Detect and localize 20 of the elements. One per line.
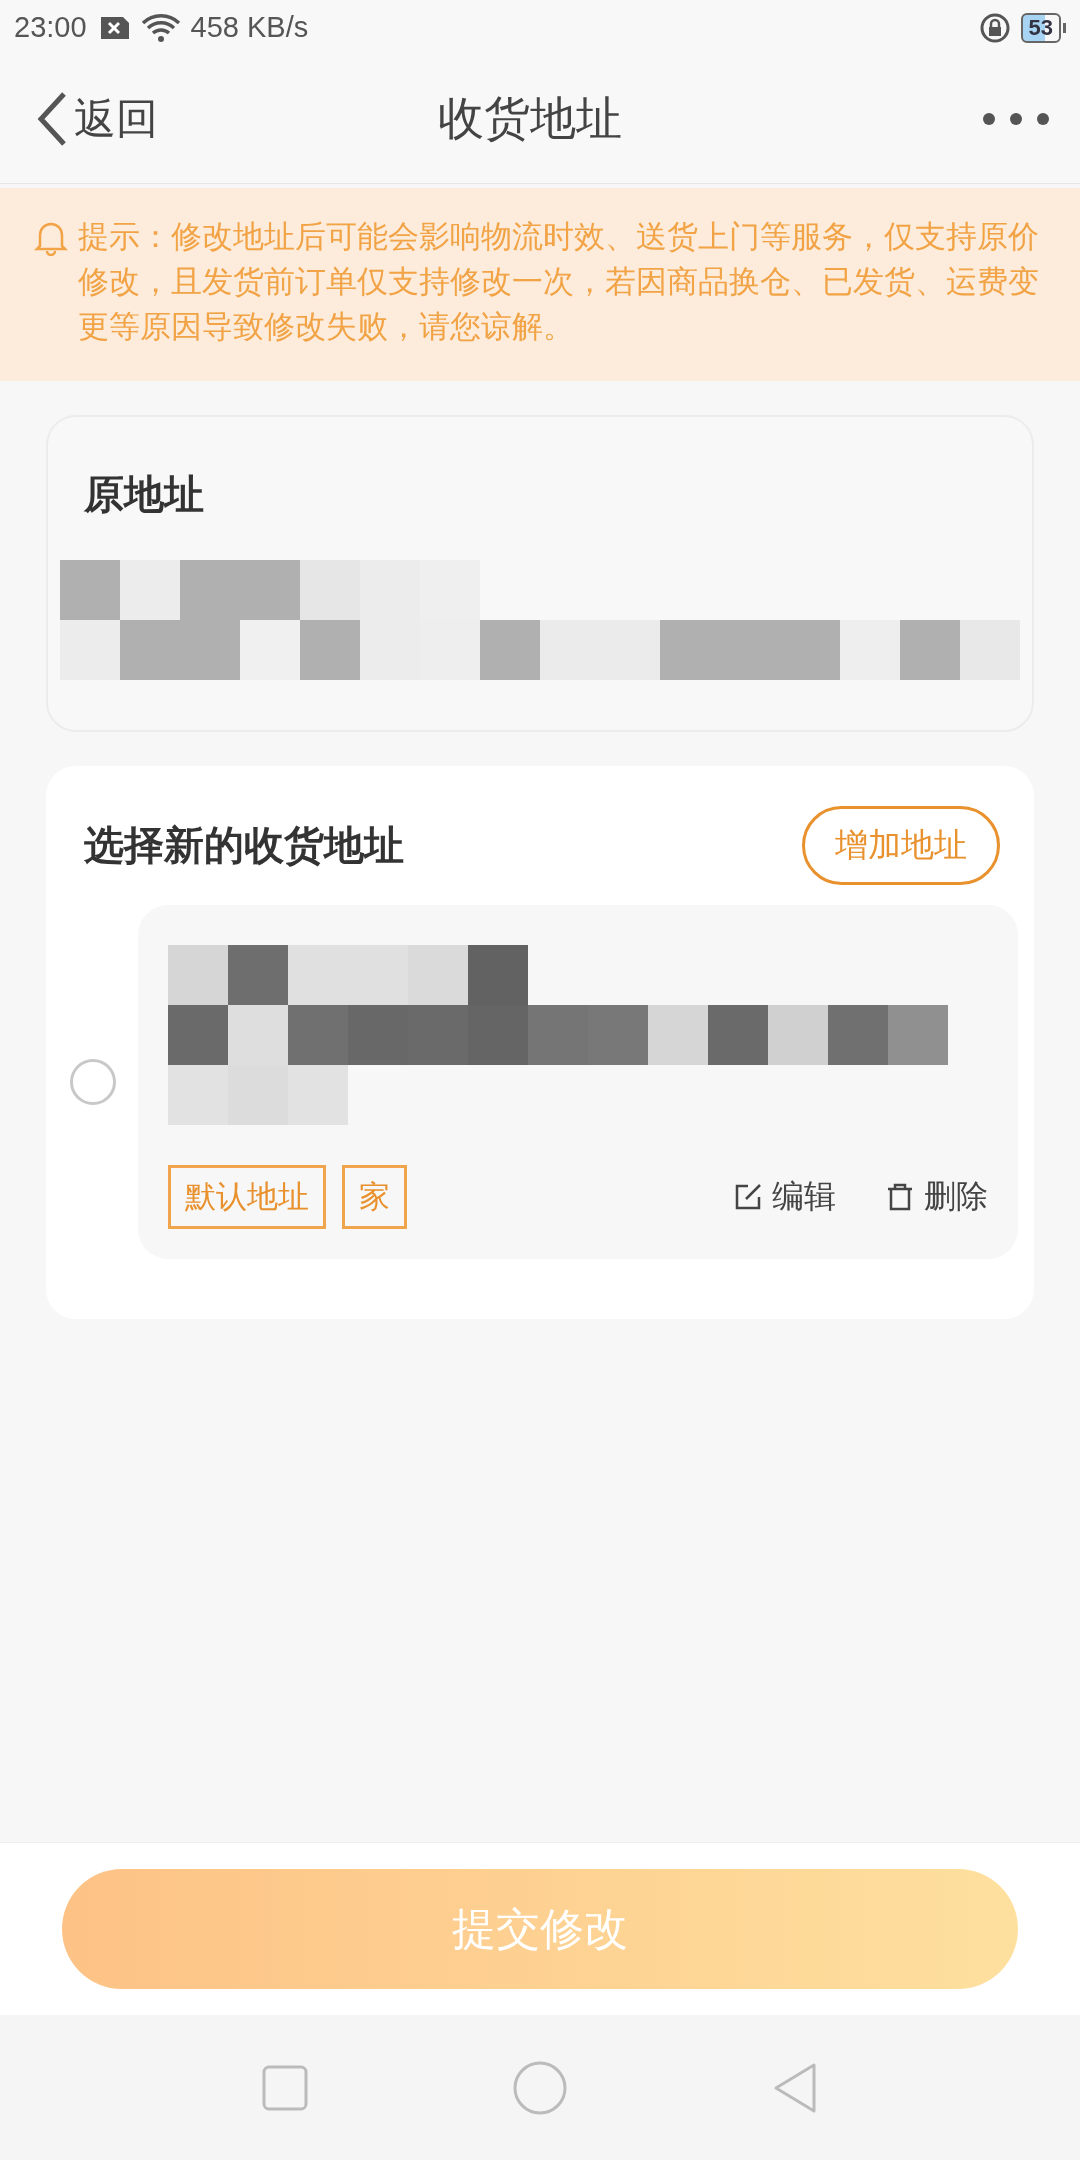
rotation-lock-icon	[978, 11, 1011, 44]
section-title: 选择新的收货地址	[83, 821, 404, 870]
page-title: 收货地址	[437, 90, 623, 147]
back-button[interactable]: 返回	[36, 91, 158, 147]
home-icon[interactable]	[513, 2060, 567, 2115]
recents-icon[interactable]	[262, 2064, 309, 2111]
edit-button[interactable]: 编辑	[734, 1175, 836, 1219]
wifi-icon	[140, 12, 181, 43]
trash-icon	[886, 1183, 914, 1211]
section-title: 原地址	[84, 470, 205, 519]
address-tag: 家	[342, 1165, 407, 1229]
address-tag: 默认地址	[168, 1165, 326, 1229]
network-speed: 458 KB/s	[190, 11, 309, 44]
address-card[interactable]: 默认地址 家 编辑 删除	[138, 905, 1018, 1259]
edit-icon	[734, 1183, 762, 1211]
radio-button[interactable]	[70, 1059, 116, 1105]
notice-text: 提示：修改地址后可能会影响物流时效、送货上门等服务，仅支持原价修改，且发货前订单仅支持修改一次，若因商品换仓、已发货、运费变更等原因导致修改失败，请您谅解。	[78, 217, 1040, 346]
clock-time: 23:00	[14, 11, 87, 44]
more-icon[interactable]	[982, 112, 1050, 126]
delete-button[interactable]: 删除	[886, 1175, 988, 1219]
